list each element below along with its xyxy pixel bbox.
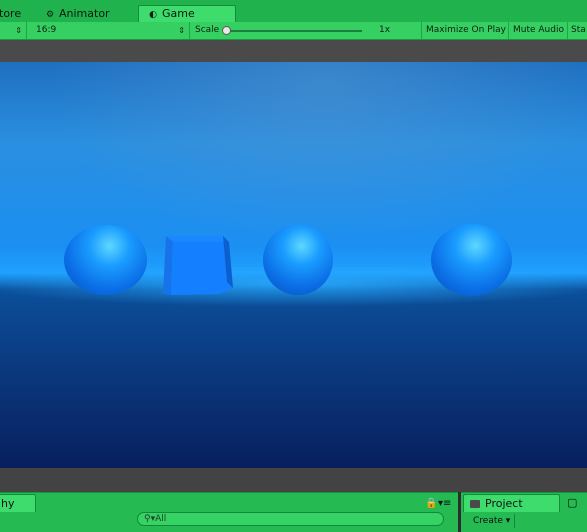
mute-audio-label: Mute Audio <box>513 25 564 35</box>
game-toolbar: ⇕ 16:9 ⇕ Scale 1x Maximize On Play Mute … <box>0 22 587 40</box>
stats-toggle[interactable]: Sta <box>568 22 587 39</box>
cube-object <box>163 236 233 295</box>
sphere-object <box>64 225 147 295</box>
chevron-down-icon: ▾ <box>505 516 511 526</box>
tab-project[interactable]: Project <box>463 494 560 512</box>
scale-label: Scale <box>195 25 220 35</box>
tab-game[interactable]: ◐ Game <box>138 5 236 22</box>
editor-tab-bar: tore ⚙ Animator ◐ Game <box>0 0 587 22</box>
aspect-value: 16:9 <box>36 25 57 35</box>
viewport-letterbox-top <box>0 40 587 62</box>
folder-icon <box>470 500 480 508</box>
panel-menu-icon[interactable]: ▾≡ <box>438 498 451 509</box>
hierarchy-search-input[interactable]: ⚲▾All <box>137 512 444 526</box>
sphere-object <box>431 224 512 296</box>
project-panel: Project ▢ Create ▾ <box>461 492 587 532</box>
maximize-on-play-label: Maximize On Play <box>426 25 506 35</box>
tab-animator-label: Animator <box>59 7 110 20</box>
scale-slider-track[interactable] <box>226 30 362 32</box>
lock-icon[interactable]: 🔒 <box>425 498 437 509</box>
tab-project-label: Project <box>485 497 523 510</box>
dropdown-arrows-icon: ⇕ <box>178 26 185 35</box>
maximize-on-play-toggle[interactable]: Maximize On Play <box>422 22 509 39</box>
create-label: Create <box>473 516 503 526</box>
search-placeholder: All <box>155 514 167 524</box>
scale-value: 1x <box>379 25 391 35</box>
game-viewport[interactable] <box>0 62 587 468</box>
display-dropdown[interactable]: ⇕ <box>0 22 27 39</box>
tab-asset-store[interactable]: tore <box>0 6 34 22</box>
tab-hierarchy-label: hy <box>1 497 15 510</box>
sphere-object <box>263 225 333 295</box>
create-dropdown[interactable]: Create ▾ <box>467 514 515 528</box>
search-icon: ⚲▾ <box>144 514 156 524</box>
console-icon[interactable]: ▢ <box>567 496 577 509</box>
tab-hierarchy[interactable]: hy <box>0 494 36 512</box>
tab-asset-store-label: tore <box>0 7 22 20</box>
tab-animator[interactable]: ⚙ Animator <box>44 6 136 22</box>
mute-audio-toggle[interactable]: Mute Audio <box>509 22 568 39</box>
scale-control: Scale 1x <box>190 22 422 39</box>
pacman-icon: ◐ <box>149 10 157 20</box>
stats-label: Sta <box>571 25 586 35</box>
dropdown-arrows-icon: ⇕ <box>15 26 22 35</box>
hierarchy-panel: hy 🔒 ▾≡ ⚲▾All <box>0 492 458 532</box>
animator-icon: ⚙ <box>45 10 55 20</box>
viewport-letterbox-bottom <box>0 468 587 492</box>
scale-slider-handle[interactable] <box>222 26 231 35</box>
aspect-dropdown[interactable]: 16:9 ⇕ <box>30 22 190 39</box>
tab-game-label: Game <box>162 7 195 20</box>
